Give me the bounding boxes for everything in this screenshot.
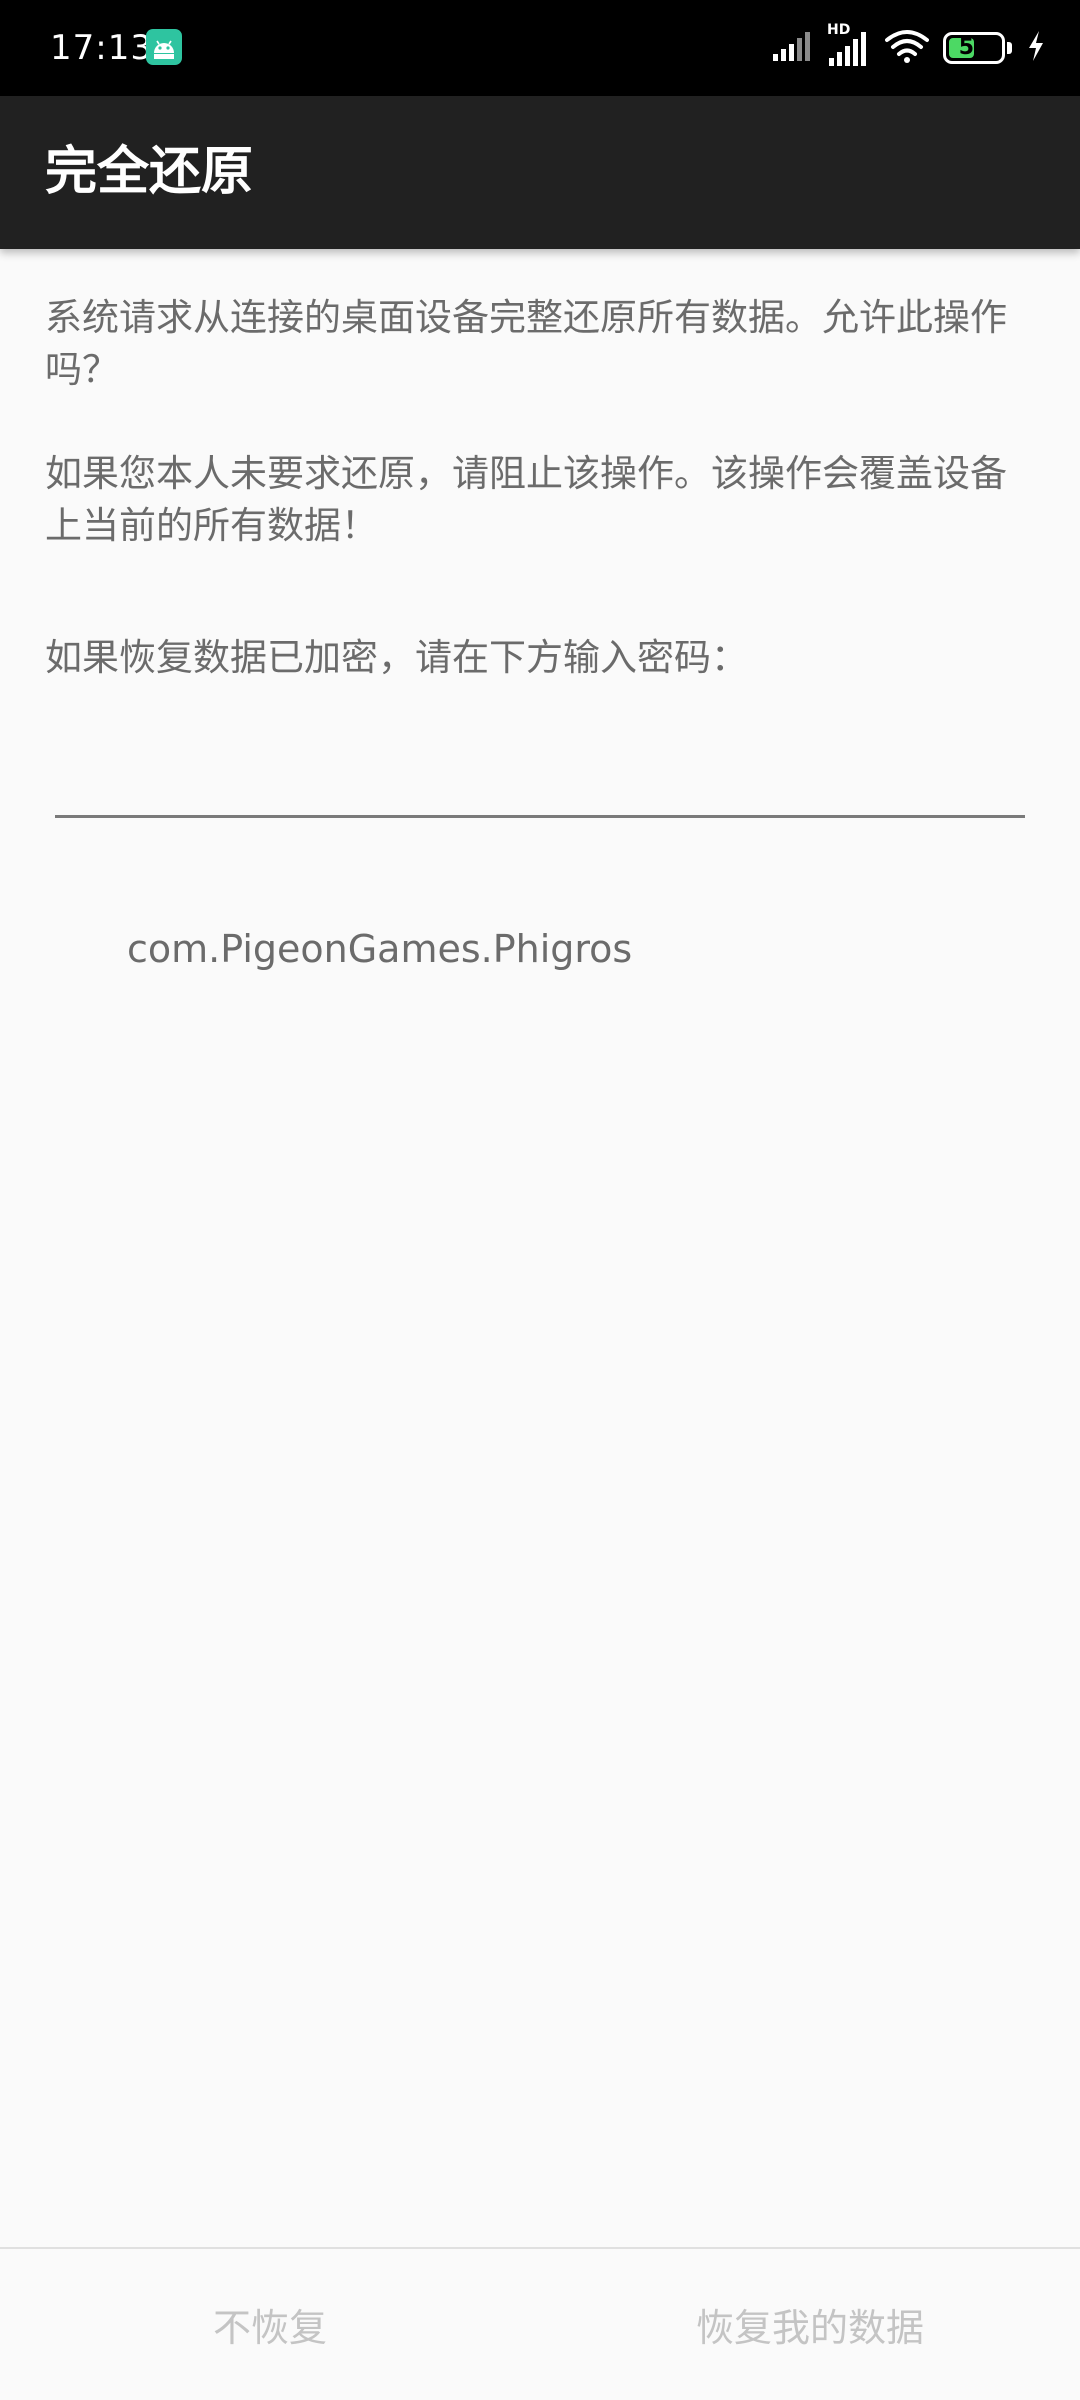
package-name: com.PigeonGames.Phigros [127,927,633,971]
status-icons: HD 50 [771,22,1046,74]
charging-icon [1026,30,1046,66]
app-bar: 完全还原 [0,96,1080,249]
signal-hd-icon: HD [827,22,871,68]
deny-restore-button[interactable]: 不恢复 [0,2249,540,2400]
android-icon [146,29,182,65]
restore-request-text: 系统请求从连接的桌面设备完整还原所有数据。允许此操作吗？ [45,296,1007,391]
status-time: 17:13 [50,28,153,68]
battery-tip [1007,42,1012,54]
restore-warning-text: 如果您本人未要求还原，请阻止该操作。该操作会覆盖设备上当前的所有数据！ [45,452,1007,547]
battery-level: 50 [958,35,990,60]
password-prompt-text: 如果恢复数据已加密，请在下方输入密码： [45,636,748,679]
restore-my-data-button[interactable]: 恢复我的数据 [540,2249,1080,2400]
page-title: 完全还原 [45,142,254,202]
restore-message: 系统请求从连接的桌面设备完整还原所有数据。允许此操作吗？ 如果您本人未要求还原，… [45,292,1035,684]
wifi-icon [885,28,929,68]
password-input[interactable] [55,755,1025,818]
battery-icon: 50 [943,32,1005,64]
status-bar: 17:13 HD 50 [0,0,1080,96]
signal-icon [771,30,813,66]
